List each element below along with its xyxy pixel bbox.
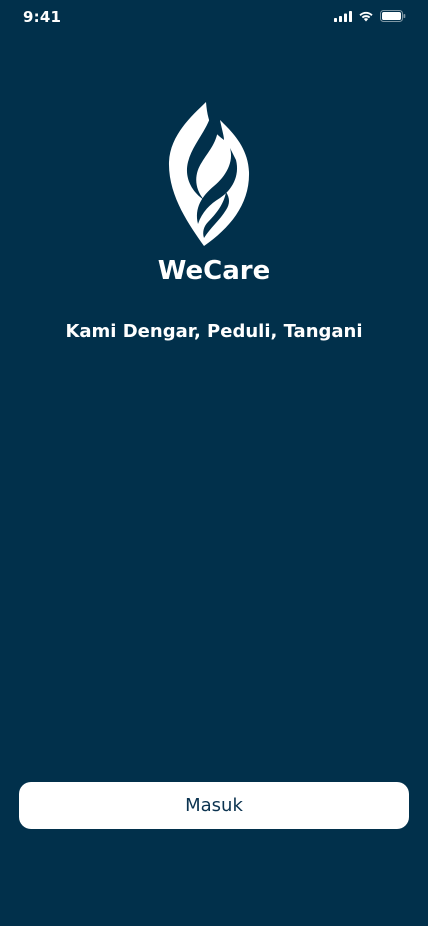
battery-icon: [380, 10, 406, 22]
login-button[interactable]: Masuk: [19, 782, 409, 829]
status-time: 9:41: [23, 8, 62, 26]
wecare-logo-icon: [164, 100, 254, 250]
status-icons: [334, 10, 406, 22]
status-bar: 9:41: [0, 0, 428, 34]
app-name: WeCare: [157, 256, 271, 286]
app-tagline: Kami Dengar, Peduli, Tangani: [65, 321, 363, 342]
signal-icon: [334, 10, 352, 22]
wifi-icon: [358, 11, 374, 22]
